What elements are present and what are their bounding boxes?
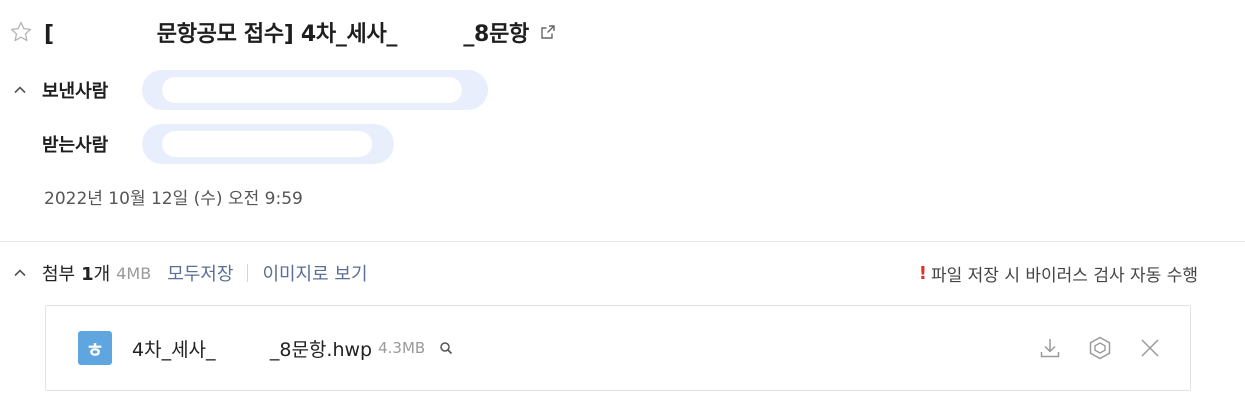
save-all-link[interactable]: 모두저장	[167, 260, 233, 286]
chevron-up-icon[interactable]	[8, 261, 32, 285]
attachment-item: ㅎ 4차_세사_ _8문항.hwp 4.3MB	[45, 305, 1191, 391]
hwp-file-icon: ㅎ	[78, 331, 112, 365]
attachment-actions	[1036, 334, 1164, 362]
virus-scan-notice: ! 파일 저장 시 바이러스 검사 자동 수행	[919, 261, 1198, 286]
sender-label: 보낸사람	[42, 81, 109, 102]
subject-row: [ 문항공모 접수] 4차_세사_ _8문항	[8, 16, 557, 48]
open-external-icon[interactable]	[539, 23, 557, 41]
star-icon[interactable]	[8, 19, 34, 45]
recipient-row: 받는사람	[8, 124, 394, 164]
redacted-address	[162, 77, 462, 103]
attachment-file-size: 4.3MB	[378, 339, 426, 357]
mail-date: 2022년 10월 12일 (수) 오전 9:59	[44, 189, 303, 209]
link-separator	[247, 264, 249, 282]
search-icon[interactable]	[437, 339, 455, 357]
mail-view: [ 문항공모 접수] 4차_세사_ _8문항 보낸사람 받는사람 2022년 1…	[0, 0, 1245, 412]
attachments-count: 1개	[81, 260, 110, 286]
close-icon[interactable]	[1136, 334, 1164, 362]
mail-subject: [ 문항공모 접수] 4차_세사_ _8문항	[44, 22, 529, 47]
divider	[0, 241, 1245, 242]
chevron-up-icon[interactable]	[8, 78, 32, 102]
download-icon[interactable]	[1036, 334, 1064, 362]
recipient-address-chip[interactable]	[142, 124, 394, 164]
cloud-save-icon[interactable]	[1086, 334, 1114, 362]
recipient-label: 받는사람	[42, 135, 109, 156]
virus-scan-notice-text: 파일 저장 시 바이러스 검사 자동 수행	[930, 265, 1198, 286]
attachments-count-number: 1	[81, 264, 94, 285]
redacted-address	[162, 131, 372, 157]
attachments-total-size: 4MB	[116, 263, 152, 283]
sender-row: 보낸사람	[8, 70, 488, 110]
attachments-count-unit: 개	[93, 264, 111, 285]
attachments-header: 첨부 1개 4MB 모두저장 이미지로 보기 ! 파일 저장 시 바이러스 검사…	[8, 258, 1198, 288]
warning-icon: !	[918, 262, 927, 284]
view-as-images-link[interactable]: 이미지로 보기	[262, 260, 367, 286]
sender-address-chip[interactable]	[142, 70, 488, 110]
attachment-file-name[interactable]: 4차_세사_ _8문항.hwp	[132, 335, 372, 362]
attachments-title: 첨부	[42, 264, 76, 285]
